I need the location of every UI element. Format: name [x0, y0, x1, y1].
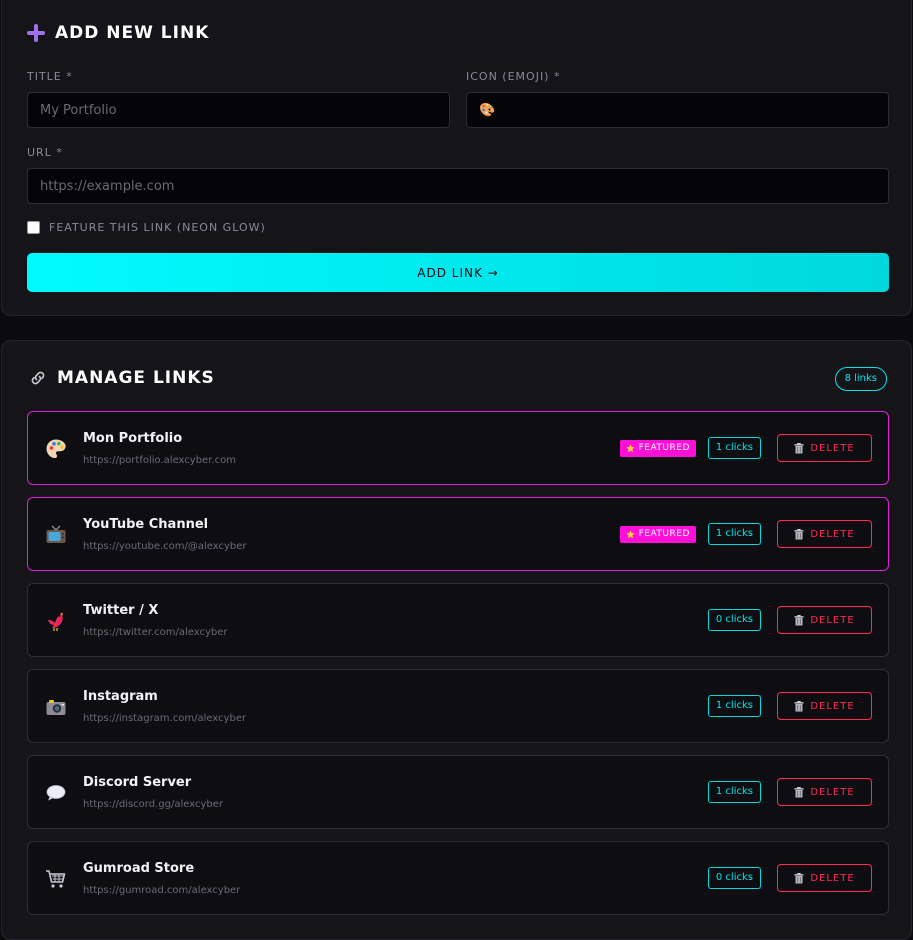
link-title: Discord Server: [83, 775, 192, 790]
clicks-badge: 1 clicks: [707, 695, 761, 717]
bird-icon: [48, 612, 63, 631]
link-actions: 0 clicks DELETE: [707, 864, 872, 892]
url-field-label: URL *: [27, 146, 63, 159]
tv-icon: [46, 525, 66, 543]
delete-label: DELETE: [810, 872, 855, 884]
link-url: https://gumroad.com/alexcyber: [83, 885, 241, 896]
clicks-badge: 0 clicks: [707, 867, 761, 889]
feature-checkbox-label[interactable]: FEATURE THIS LINK (NEON GLOW): [49, 221, 266, 234]
title-input[interactable]: [27, 92, 450, 128]
link-row: Gumroad Store https://gumroad.com/alexcy…: [27, 841, 889, 915]
link-actions: FEATURED 1 clicks DELETE: [619, 520, 872, 548]
palette-icon: [46, 439, 66, 458]
featured-badge: FEATURED: [619, 439, 696, 457]
clicks-badge: 1 clicks: [707, 781, 761, 803]
trash-icon: [794, 700, 804, 711]
clicks-badge: 1 clicks: [707, 523, 761, 545]
delete-label: DELETE: [810, 442, 855, 454]
featured-label: FEATURED: [638, 442, 690, 453]
star-icon: [626, 443, 635, 452]
delete-label: DELETE: [810, 614, 855, 626]
link-actions: FEATURED 1 clicks DELETE: [619, 434, 872, 462]
link-url: https://discord.gg/alexcyber: [83, 799, 223, 810]
feature-checkbox[interactable]: [27, 221, 40, 234]
link-title: YouTube Channel: [83, 517, 209, 532]
link-row: Mon Portfolio https://portfolio.alexcybe…: [27, 411, 889, 485]
trash-icon: [794, 872, 804, 883]
icon-field-label: ICON (EMOJI) *: [466, 70, 561, 83]
link-title: Instagram: [83, 689, 158, 704]
links-count-badge: 8 links: [834, 367, 887, 391]
trash-icon: [794, 786, 804, 797]
delete-button[interactable]: DELETE: [777, 434, 872, 462]
featured-label: FEATURED: [638, 528, 690, 539]
camera-icon: [46, 700, 66, 715]
manage-links-title: MANAGE LINKS: [57, 368, 215, 388]
icon-input[interactable]: [466, 92, 889, 128]
link-title: Gumroad Store: [83, 861, 195, 876]
url-input[interactable]: [27, 168, 889, 204]
link-icon: [31, 371, 45, 385]
link-title: Twitter / X: [83, 603, 159, 618]
link-url: https://youtube.com/@alexcyber: [83, 541, 247, 552]
delete-button[interactable]: DELETE: [777, 864, 872, 892]
delete-label: DELETE: [810, 700, 855, 712]
add-link-panel: ADD NEW LINK TITLE * ICON (EMOJI) * URL …: [1, 0, 912, 316]
link-row: Instagram https://instagram.com/alexcybe…: [27, 669, 889, 743]
trash-icon: [794, 442, 804, 453]
link-url: https://portfolio.alexcyber.com: [83, 455, 236, 466]
link-url: https://twitter.com/alexcyber: [83, 627, 228, 638]
delete-button[interactable]: DELETE: [777, 606, 872, 634]
shopping-cart-icon: [46, 870, 66, 888]
delete-label: DELETE: [810, 528, 855, 540]
clicks-badge: 0 clicks: [707, 609, 761, 631]
delete-button[interactable]: DELETE: [777, 520, 872, 548]
add-link-title: ADD NEW LINK: [55, 23, 210, 43]
trash-icon: [794, 614, 804, 625]
clicks-badge: 1 clicks: [707, 437, 761, 459]
speech-bubble-icon: [46, 785, 66, 801]
manage-links-heading: MANAGE LINKS: [29, 368, 215, 388]
star-icon: [626, 529, 635, 538]
feature-option: FEATURE THIS LINK (NEON GLOW): [27, 221, 266, 234]
link-actions: 1 clicks DELETE: [707, 778, 872, 806]
add-link-button[interactable]: ADD LINK →: [27, 253, 889, 292]
link-row: Twitter / X https://twitter.com/alexcybe…: [27, 583, 889, 657]
title-field-label: TITLE *: [27, 70, 73, 83]
link-actions: 1 clicks DELETE: [707, 692, 872, 720]
delete-label: DELETE: [810, 786, 855, 798]
link-url: https://instagram.com/alexcyber: [83, 713, 247, 724]
delete-button[interactable]: DELETE: [777, 692, 872, 720]
link-title: Mon Portfolio: [83, 431, 183, 446]
featured-badge: FEATURED: [619, 525, 696, 543]
add-link-heading: ADD NEW LINK: [27, 23, 209, 43]
plus-icon: [27, 24, 45, 42]
trash-icon: [794, 528, 804, 539]
link-row: Discord Server https://discord.gg/alexcy…: [27, 755, 889, 829]
link-actions: 0 clicks DELETE: [707, 606, 872, 634]
delete-button[interactable]: DELETE: [777, 778, 872, 806]
manage-links-panel: MANAGE LINKS 8 links Mon Portfolio https…: [1, 340, 912, 940]
link-row: YouTube Channel https://youtube.com/@ale…: [27, 497, 889, 571]
